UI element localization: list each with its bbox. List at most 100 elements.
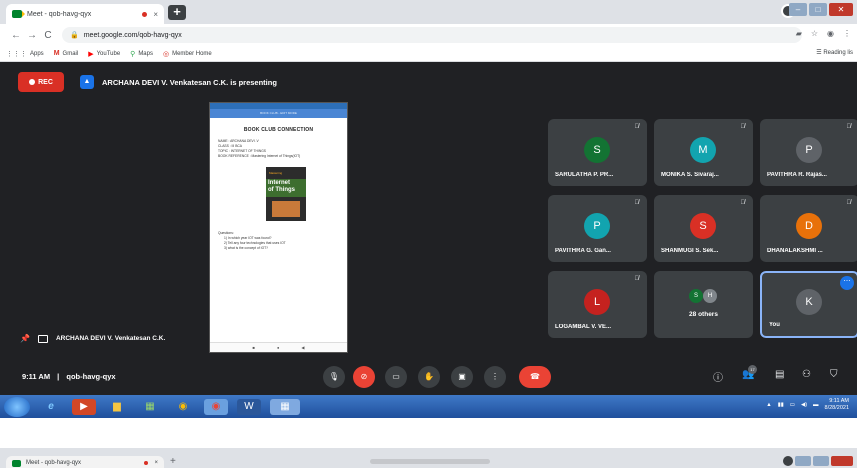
chat-icon: ▤ [775, 369, 785, 380]
doc-title: BOOK CLUB CONNECTION [243, 127, 314, 133]
taskbar-ie[interactable]: e [39, 399, 63, 415]
bookmark-star-icon[interactable]: ☆ [811, 29, 818, 38]
extension-icon[interactable]: ◉ [827, 29, 834, 38]
present-arrow-icon: ▲ [80, 75, 94, 89]
bookmark-member-home[interactable]: ◎ Member Home [163, 50, 212, 58]
new-tab-button[interactable]: + [170, 456, 176, 467]
minimize-button[interactable] [795, 456, 811, 466]
participant-tile[interactable]: 🎙̸ M MONIKA S. Sivaraj... [654, 119, 753, 186]
participant-tile[interactable]: 🎙̸ L LOGAMBAL V. VE... [548, 271, 647, 338]
minimize-button[interactable]: – [789, 3, 807, 16]
book-cover-top: Mastering [269, 171, 283, 175]
participant-tile[interactable]: 🎙̸ S SHANMUGI S. Sek... [654, 195, 753, 262]
record-dot-icon [29, 79, 36, 85]
maximize-button[interactable] [813, 456, 829, 466]
people-button[interactable]: 👥 17 [742, 365, 757, 380]
bookmark-gmail[interactable]: M Gmail [54, 50, 79, 57]
tab-close-icon[interactable]: × [154, 460, 158, 466]
meet-favicon-icon [12, 459, 21, 467]
more-vert-icon: ⋮ [491, 372, 499, 381]
avatar: M [690, 137, 716, 163]
taskbar-pictures[interactable]: ▦ [270, 398, 300, 415]
recording-badge[interactable]: REC [18, 72, 64, 92]
participant-tile[interactable]: 🎙̸ D DHANALAKSHMI ... [760, 195, 857, 262]
mic-muted-icon: 🎙̸ [634, 124, 640, 130]
volume-icon[interactable]: ◀) [801, 402, 807, 408]
menu-kebab-icon[interactable]: ⋮ [843, 29, 851, 38]
participant-tile[interactable]: 🎙̸ S SARULATHA P. PR... [548, 119, 647, 186]
phone-back-icon: ◀ [301, 345, 305, 350]
mic-muted-icon: 🎙̸ [634, 200, 640, 206]
microphone-button[interactable]: 🎙 [323, 366, 345, 388]
system-clock[interactable]: 9:11 AM 8/28/2021 [825, 398, 849, 412]
windows-taskbar: e ▶ ▆ ▦ ◉ ◉ W ▦ ▲ ▮▮ ▭ ◀) ▬ 9:11 AM 8/28… [0, 395, 857, 418]
forward-button[interactable]: → [24, 30, 40, 41]
avatar: K [796, 289, 822, 315]
phone-app-bar: BOOK CLUB - EDIT MODE [210, 109, 347, 118]
chrome-icon: ◉ [211, 400, 221, 412]
taskbar-folder[interactable]: ▆ [105, 399, 129, 415]
youtube-icon: ▶ [88, 50, 94, 58]
more-options-icon[interactable]: ⋯ [840, 276, 854, 290]
bookmark-youtube[interactable]: ▶ YouTube [88, 50, 120, 58]
book-cover-image: Mastering Internet of Things [266, 167, 306, 221]
start-button[interactable] [4, 396, 30, 417]
camera-off-button[interactable]: ⊘ [353, 366, 375, 388]
power-icon[interactable]: ▬ [813, 402, 819, 408]
participant-tile[interactable]: 🎙̸ P PAVITHRA R. Rajas... [760, 119, 857, 186]
activities-button[interactable]: ⚇ [802, 369, 811, 380]
close-window-button[interactable]: ✕ [829, 3, 853, 16]
camera-indicator-icon[interactable]: ▰ [796, 29, 802, 38]
screen-share-icon [37, 334, 48, 343]
network-icon[interactable]: ▭ [790, 402, 795, 408]
taskbar-chrome[interactable]: ◉ [171, 399, 195, 415]
host-controls-button[interactable]: ⛉ [830, 369, 838, 380]
mic-muted-icon: 🎙̸ [740, 124, 746, 130]
meeting-details-button[interactable]: ⓘ [713, 369, 723, 384]
screenshot-2: Meet - qob-havg-qyx × + [0, 448, 857, 468]
reading-list-button[interactable]: ☰ Reading lis [816, 49, 853, 56]
grid-icon: ⋮⋮⋮ [6, 50, 27, 58]
others-count: 28 others [689, 311, 718, 318]
participant-count-badge: 17 [748, 365, 757, 374]
others-tile[interactable]: S H 28 others [654, 271, 753, 338]
bookmark-maps[interactable]: ⚲ Maps [130, 50, 153, 58]
pin-icon[interactable]: 📌 [20, 334, 30, 343]
taskbar-app[interactable]: ▦ [138, 399, 162, 415]
present-button[interactable]: ▣ [451, 366, 473, 388]
self-tile[interactable]: ⋯ K You [760, 271, 857, 338]
doc-question-3: 3) what is the concept of IOT? [224, 246, 268, 250]
mic-muted-icon: 🎙̸ [634, 276, 640, 282]
browser-tab-meet[interactable]: Meet - qob-havg-qyx × [6, 456, 164, 468]
shield-icon: ⛉ [830, 369, 838, 380]
participant-name: DHANALAKSHMI ... [767, 248, 823, 254]
address-bar[interactable]: 🔒 meet.google.com/qob-havg-qyx [62, 27, 802, 43]
captions-button[interactable]: ▭ [385, 366, 407, 388]
chat-button[interactable]: ▤ [775, 369, 784, 380]
signal-icon[interactable]: ▮▮ [778, 402, 784, 408]
captions-icon: ▭ [392, 372, 400, 381]
chrome-icon: ◉ [178, 400, 188, 412]
participant-name: SARULATHA P. PR... [555, 172, 614, 178]
leave-call-button[interactable]: ☎ [519, 366, 551, 388]
new-tab-button[interactable]: + [168, 5, 186, 20]
taskbar-media[interactable]: ▶ [72, 398, 96, 415]
back-button[interactable]: ← [8, 30, 24, 41]
taskbar-chrome-active[interactable]: ◉ [204, 398, 228, 415]
phone-nav-bar: ■ ● ◀ [210, 342, 347, 352]
raise-hand-button[interactable]: ✋ [418, 366, 440, 388]
bookmark-apps[interactable]: ⋮⋮⋮ Apps [6, 50, 44, 58]
taskbar-word[interactable]: W [237, 398, 261, 415]
participant-tile[interactable]: 🎙̸ P PAVITHRA G. Gan... [548, 195, 647, 262]
reload-button[interactable]: C [40, 30, 56, 41]
close-window-button[interactable] [831, 456, 853, 466]
tab-close-icon[interactable]: × [153, 10, 158, 19]
more-options-button[interactable]: ⋮ [484, 366, 506, 388]
toolbar-actions: ▰ ☆ ◉ ⋮ [796, 29, 851, 38]
tray-arrow-icon[interactable]: ▲ [766, 402, 771, 408]
maximize-button[interactable]: □ [809, 3, 827, 16]
recording-dot-icon [142, 11, 148, 17]
browser-tab-meet[interactable]: Meet - qob-havg-qyx × [6, 4, 164, 24]
profile-avatar-icon[interactable] [783, 456, 793, 466]
window-controls: – □ ✕ [789, 3, 853, 16]
